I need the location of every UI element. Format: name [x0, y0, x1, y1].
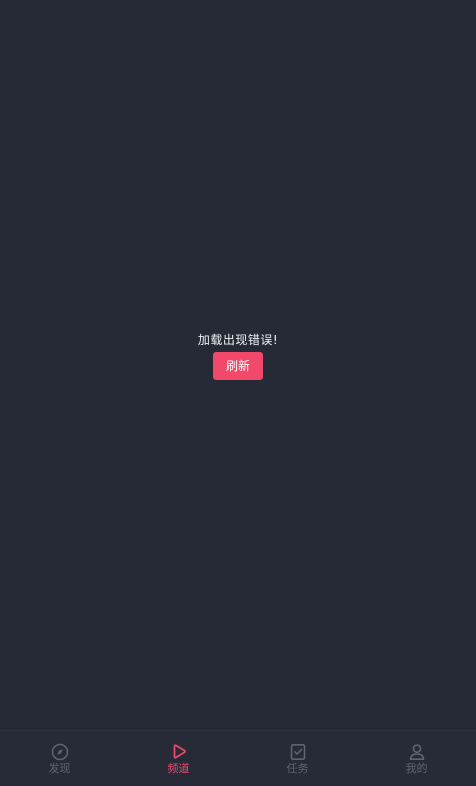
task-check-icon [290, 743, 305, 760]
tab-tasks[interactable]: 任务 [238, 731, 357, 786]
tab-channel-label: 频道 [167, 762, 190, 775]
tab-discover[interactable]: 发现 [0, 731, 119, 786]
tab-me-label: 我的 [405, 762, 428, 775]
tab-me[interactable]: 我的 [357, 731, 476, 786]
user-icon [409, 744, 424, 760]
compass-icon [51, 743, 68, 761]
error-message: 加载出现错误! [197, 333, 279, 347]
tab-discover-label: 发现 [48, 762, 71, 775]
app-screen: 加载出现错误! 刷新 发现 频道 任务 我的 [0, 0, 476, 786]
bottom-tab-bar: 发现 频道 任务 我的 [0, 730, 476, 786]
tab-channel[interactable]: 频道 [119, 731, 238, 786]
tab-tasks-label: 任务 [286, 762, 309, 775]
error-state: 加载出现错误! 刷新 [0, 331, 476, 380]
play-icon [173, 744, 186, 759]
refresh-button[interactable]: 刷新 [213, 352, 263, 380]
channel-content: 加载出现错误! 刷新 [0, 0, 476, 730]
